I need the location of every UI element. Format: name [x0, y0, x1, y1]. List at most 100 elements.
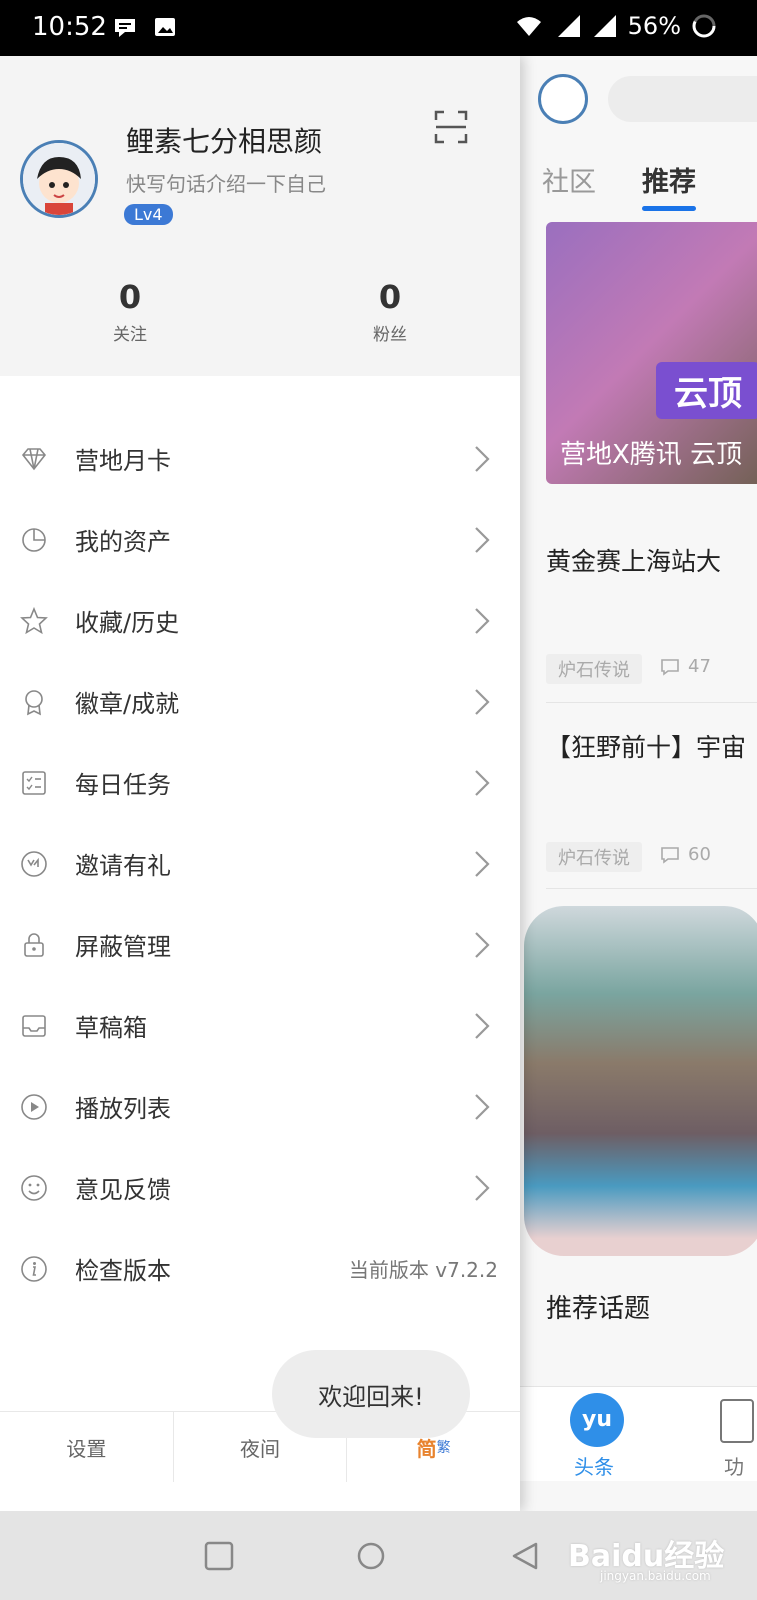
chevron-right-icon — [475, 445, 490, 472]
article-title[interactable]: 黄金赛上海站大 — [546, 542, 721, 578]
home-icon[interactable] — [356, 1541, 386, 1571]
menu-item-drafts[interactable]: 草稿箱 — [0, 985, 520, 1066]
menu-item-block-management[interactable]: 屏蔽管理 — [0, 904, 520, 985]
menu-item-feedback[interactable]: 意见反馈 — [0, 1147, 520, 1228]
following-count: 0 — [118, 278, 142, 316]
cartoon-face-icon — [23, 143, 95, 215]
feed-search-bar[interactable] — [608, 76, 757, 122]
play-icon — [21, 1093, 47, 1120]
signal-icon — [557, 15, 580, 37]
current-version: 当前版本 v7.2.2 — [348, 1258, 498, 1282]
nav-func-label[interactable]: 功 — [724, 1451, 744, 1480]
image-notification-icon — [155, 18, 175, 36]
followers-stat[interactable]: 0 粉丝 — [350, 278, 430, 345]
drawer-menu: 营地月卡 我的资产 收藏/历史 徽章/成就 每日任务 邀请有礼 屏蔽管理 草稿箱… — [0, 418, 520, 1309]
star-icon — [20, 606, 48, 634]
menu-item-assets[interactable]: 我的资产 — [0, 499, 520, 580]
article-title[interactable]: 【狂野前十】宇宙 — [546, 728, 746, 764]
menu-item-label: 徽章/成就 — [75, 690, 180, 718]
diamond-icon — [21, 447, 47, 470]
feed-banner[interactable]: 云顶 营地X腾讯 云顶 — [546, 222, 757, 484]
grid-icon[interactable] — [720, 1399, 754, 1443]
chevron-right-icon — [475, 688, 490, 715]
comment-count: 60 — [660, 844, 711, 865]
comment-count-value: 60 — [688, 844, 711, 865]
feed-panel: 社区 推荐 云顶 营地X腾讯 云顶 黄金赛上海站大 炉石传说 47 【狂野前十】… — [520, 56, 757, 1511]
comment-icon — [661, 658, 679, 676]
status-bar: 10:52 56% — [0, 0, 757, 56]
menu-item-label: 意见反馈 — [75, 1176, 171, 1204]
menu-item-label: 草稿箱 — [75, 1014, 147, 1042]
menu-item-daily-tasks[interactable]: 每日任务 — [0, 742, 520, 823]
side-drawer: 鲤素七分相思颜 快写句话介绍一下自己 Lv4 0 关注 0 粉丝 营地月卡 我的… — [0, 56, 520, 1511]
chevron-right-icon — [475, 1174, 490, 1201]
menu-item-label: 我的资产 — [75, 528, 171, 556]
user-bio[interactable]: 快写句话介绍一下自己 — [126, 168, 326, 197]
invite-logo-icon — [21, 850, 47, 877]
tab-community[interactable]: 社区 — [542, 160, 596, 199]
article-tag[interactable]: 炉石传说 — [546, 654, 642, 684]
chevron-right-icon — [475, 769, 490, 796]
comment-icon — [661, 846, 679, 864]
menu-item-invite[interactable]: 邀请有礼 — [0, 823, 520, 904]
menu-item-label: 营地月卡 — [75, 447, 171, 475]
checklist-icon — [22, 770, 46, 795]
wifi-icon — [516, 17, 541, 36]
comment-count-value: 47 — [688, 656, 711, 677]
following-stat[interactable]: 0 关注 — [90, 278, 170, 345]
menu-item-label: 屏蔽管理 — [75, 933, 171, 961]
menu-item-badges[interactable]: 徽章/成就 — [0, 661, 520, 742]
banner-caption: 营地X腾讯 云顶 — [560, 440, 743, 470]
tab-recommend[interactable]: 推荐 — [642, 160, 696, 211]
settings-button[interactable]: 设置 — [0, 1412, 174, 1482]
pie-chart-icon — [22, 527, 46, 552]
headlines-logo-icon[interactable]: yu — [570, 1393, 624, 1447]
menu-item-camp-card[interactable]: 营地月卡 — [0, 418, 520, 499]
smile-icon — [21, 1174, 47, 1201]
clock: 10:52 — [32, 12, 107, 42]
lock-icon — [24, 932, 44, 957]
chevron-right-icon — [475, 1012, 490, 1039]
nav-headlines-label[interactable]: 头条 — [574, 1451, 614, 1480]
bottom-nav: yu 头条 功 — [520, 1386, 757, 1481]
profile-header: 鲤素七分相思颜 快写句话介绍一下自己 Lv4 0 关注 0 粉丝 — [0, 56, 520, 376]
signal-2g-icon — [593, 15, 616, 37]
chat-notification-icon — [115, 19, 135, 37]
inbox-icon — [22, 1014, 46, 1037]
following-label: 关注 — [113, 325, 147, 345]
level-badge: Lv4 — [124, 204, 173, 225]
scan-icon[interactable] — [434, 110, 468, 144]
divider — [546, 702, 757, 703]
menu-item-label: 每日任务 — [75, 771, 171, 799]
followers-count: 0 — [378, 278, 402, 316]
chevron-right-icon — [475, 850, 490, 877]
pixelated-image[interactable] — [524, 906, 757, 1256]
back-icon[interactable] — [510, 1541, 540, 1571]
menu-item-check-version[interactable]: 检查版本 当前版本 v7.2.2 — [0, 1228, 520, 1309]
menu-item-label: 播放列表 — [75, 1095, 171, 1123]
article-tag[interactable]: 炉石传说 — [546, 842, 642, 872]
welcome-toast: 欢迎回来! — [272, 1350, 470, 1438]
menu-item-label: 邀请有礼 — [75, 852, 171, 880]
divider — [546, 888, 757, 889]
badge-icon — [25, 689, 43, 715]
chevron-right-icon — [475, 931, 490, 958]
chevron-right-icon — [475, 526, 490, 553]
menu-item-favorites-history[interactable]: 收藏/历史 — [0, 580, 520, 661]
menu-item-label: 收藏/历史 — [75, 609, 180, 637]
menu-item-playlist[interactable]: 播放列表 — [0, 1066, 520, 1147]
username[interactable]: 鲤素七分相思颜 — [126, 120, 322, 160]
chevron-right-icon — [475, 607, 490, 634]
menu-item-label: 检查版本 — [75, 1257, 171, 1285]
baidu-watermark-url: jingyan.baidu.com — [600, 1569, 711, 1583]
feed-avatar[interactable] — [538, 74, 588, 124]
battery-ring-icon — [692, 14, 716, 38]
banner-badge: 云顶 — [656, 362, 757, 419]
followers-label: 粉丝 — [373, 325, 407, 345]
battery-percent: 56% — [627, 12, 681, 40]
traditional-label: 繁 — [436, 1440, 451, 1456]
recent-apps-icon[interactable] — [204, 1541, 234, 1571]
system-nav-bar: Baidu经验 jingyan.baidu.com — [0, 1511, 757, 1600]
avatar[interactable] — [20, 140, 98, 218]
comment-count: 47 — [660, 656, 711, 677]
